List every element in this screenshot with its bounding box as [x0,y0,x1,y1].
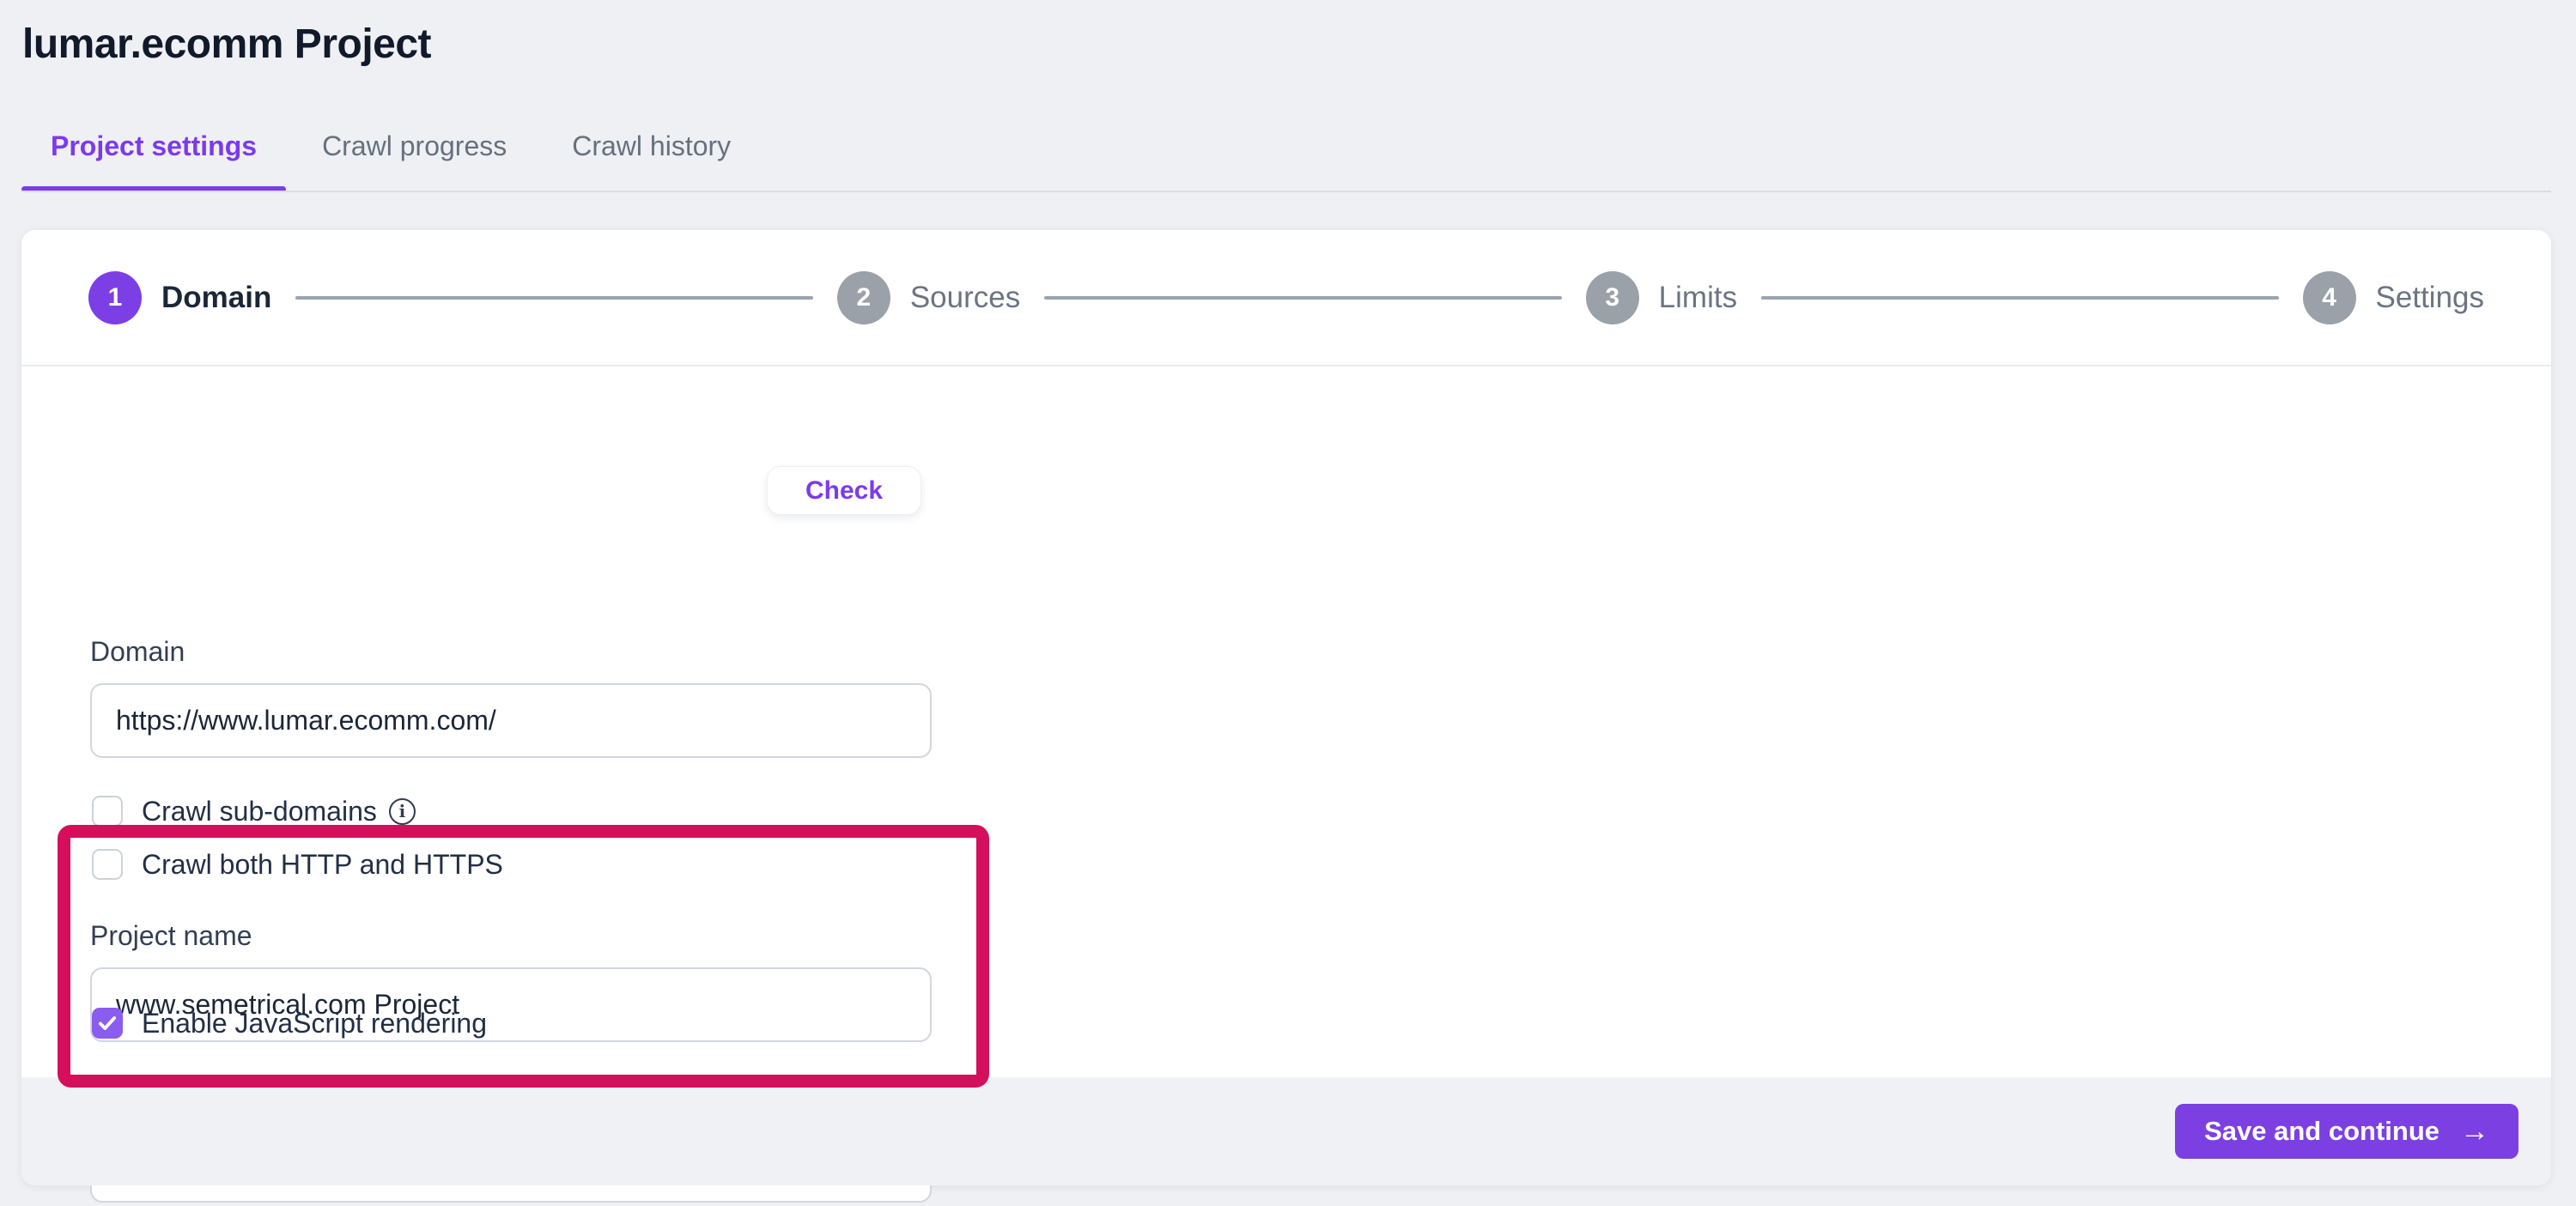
step-settings[interactable]: 4 Settings [2302,270,2484,324]
step-2-circle: 2 [836,270,890,324]
js-rendering-checkbox[interactable] [92,1008,123,1039]
step-4-circle: 4 [2302,270,2356,324]
crawl-subdomains-label: Crawl sub-domains [142,795,377,827]
save-and-continue-button[interactable]: Save and continue → [2175,1104,2518,1159]
crawl-http-https-row: Crawl both HTTP and HTTPS [92,848,503,881]
js-rendering-label: Enable JavaScript rendering [142,1007,488,1039]
js-rendering-row: Enable JavaScript rendering [92,1007,487,1039]
page-title: lumar.ecomm Project [22,21,432,67]
info-icon[interactable]: i [388,797,416,825]
settings-card: 1 Domain 2 Sources 3 Limits 4 Settings D… [21,230,2551,1203]
checkmark-icon [98,1016,117,1030]
crawl-http-https-checkbox[interactable] [92,849,123,880]
crawl-subdomains-row: Crawl sub-domains i [92,795,416,827]
tabs-divider [21,191,2551,192]
check-domain-button[interactable]: Check [767,466,921,515]
step-1-circle: 1 [88,270,142,324]
step-connector [295,295,813,300]
domain-field-label: Domain [90,636,185,667]
crawl-subdomains-checkbox[interactable] [92,796,123,827]
tab-crawl-history[interactable]: Crawl history [543,120,760,192]
arrow-right-icon: → [2460,1115,2489,1148]
step-sources[interactable]: 2 Sources [836,270,1021,324]
step-domain[interactable]: 1 Domain [88,270,272,324]
step-1-label: Domain [161,280,272,314]
domain-input[interactable] [90,683,932,758]
step-connector [1044,295,1562,300]
tab-bar: Project settings Crawl progress Crawl hi… [21,120,760,192]
tab-crawl-progress[interactable]: Crawl progress [293,120,536,192]
crawl-http-https-label: Crawl both HTTP and HTTPS [142,848,503,880]
project-settings-page: lumar.ecomm Project Project settings Cra… [0,0,2576,1206]
step-connector [1761,295,2279,300]
step-3-circle: 3 [1585,270,1639,324]
card-footer: Save and continue → [21,1077,2551,1185]
step-limits[interactable]: 3 Limits [1585,270,1738,324]
project-name-field-label: Project name [90,920,252,951]
step-2-label: Sources [909,280,1021,314]
tab-project-settings[interactable]: Project settings [21,120,287,192]
step-4-label: Settings [2375,280,2484,314]
save-button-label: Save and continue [2204,1116,2439,1146]
wizard-stepper: 1 Domain 2 Sources 3 Limits 4 Settings [21,230,2551,367]
step-3-label: Limits [1658,280,1738,314]
